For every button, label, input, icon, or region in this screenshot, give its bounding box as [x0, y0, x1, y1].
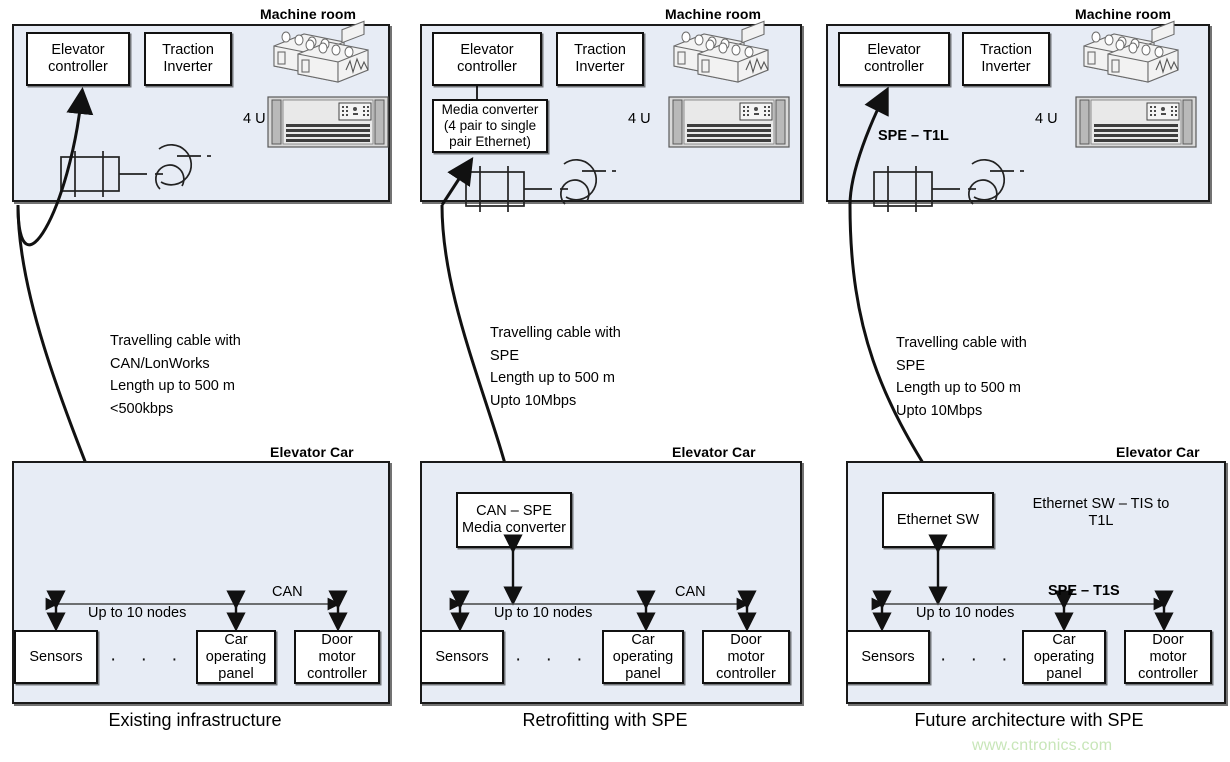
traction-inverter-label: Traction Inverter — [574, 42, 626, 75]
car-operating-panel-label: Car operating panel — [205, 631, 267, 682]
nodes-count-label: Up to 10 nodes — [494, 605, 593, 621]
hoist-motor-schematic-icon — [60, 144, 211, 197]
panel-caption: Future architecture with SPE — [914, 710, 1144, 730]
elevator-car-title: Elevator Car — [1116, 444, 1200, 460]
elevator-controller-box[interactable]: Elevator controller — [432, 32, 542, 86]
traction-inverter-box[interactable]: Traction Inverter — [144, 32, 232, 86]
rack-server-icon — [1075, 96, 1197, 148]
traction-inverter-box[interactable]: Traction Inverter — [556, 32, 644, 86]
traction-inverter-label: Traction Inverter — [980, 42, 1032, 75]
ethernet-switch-label: Ethernet SW — [896, 511, 980, 528]
panel-future-architecture-with-spe: Machine room Elevator controller Tractio… — [820, 0, 1230, 762]
ethernet-switch-box[interactable]: Ethernet SW — [882, 492, 994, 548]
door-motor-controller-box[interactable]: Door motor controller — [702, 630, 790, 684]
elevator-controller-box[interactable]: Elevator controller — [838, 32, 950, 86]
travelling-cable-description: Travelling cable with CAN/LonWorks Lengt… — [110, 333, 241, 417]
can-spe-media-converter-label: CAN – SPE Media converter — [462, 503, 566, 536]
machine-room-title: Machine room — [665, 6, 762, 22]
panel-existing-infrastructure: Machine room Elevator controller Tractio… — [0, 0, 410, 762]
rack-units-label: 4 U — [1035, 111, 1058, 127]
elevator-controller-label: Elevator controller — [48, 42, 108, 75]
door-motor-controller-label: Door motor controller — [716, 631, 776, 682]
door-motor-controller-box[interactable]: Door motor controller — [1124, 630, 1212, 684]
panel-caption: Retrofitting with SPE — [522, 710, 688, 730]
elevator-controller-box[interactable]: Elevator controller — [26, 32, 130, 86]
door-motor-controller-label: Door motor controller — [1138, 631, 1198, 682]
travelling-cable-description: Travelling cable with SPE Length up to 5… — [490, 325, 621, 409]
rack-units-label: 4 U — [628, 111, 651, 127]
battery-bank-icon — [1083, 20, 1179, 83]
car-operating-panel-label: Car operating panel — [612, 631, 674, 682]
rack-units-label: 4 U — [243, 111, 266, 127]
panel-retrofitting-with-spe: Machine room Elevator controller Tractio… — [410, 0, 820, 762]
sensors-label: Sensors — [29, 648, 83, 665]
machine-room-title: Machine room — [1075, 6, 1172, 22]
nodes-count-label: Up to 10 nodes — [88, 605, 187, 621]
battery-bank-icon — [273, 20, 369, 83]
elevator-car-title: Elevator Car — [270, 444, 354, 460]
ethernet-switch-note: Ethernet SW – TIS to T1L — [1032, 496, 1170, 529]
sensors-box[interactable]: Sensors — [846, 630, 930, 684]
traction-inverter-box[interactable]: Traction Inverter — [962, 32, 1050, 86]
sensors-label: Sensors — [435, 648, 489, 665]
machine-room-title: Machine room — [260, 6, 357, 22]
hoist-motor-schematic-icon — [873, 159, 1024, 212]
bus-protocol-label: CAN — [675, 584, 706, 600]
car-operating-panel-label: Car operating panel — [1033, 631, 1095, 682]
rack-server-icon — [267, 96, 389, 148]
can-spe-media-converter-box[interactable]: CAN – SPE Media converter — [456, 492, 572, 548]
elevator-controller-label: Elevator controller — [457, 42, 517, 75]
battery-bank-icon — [673, 20, 769, 83]
car-operating-panel-box[interactable]: Car operating panel — [1022, 630, 1106, 684]
car-operating-panel-box[interactable]: Car operating panel — [602, 630, 684, 684]
travelling-cable-description: Travelling cable with SPE Length up to 5… — [896, 335, 1027, 419]
site-watermark: www.cntronics.com — [972, 737, 1113, 754]
hoist-motor-schematic-icon — [465, 159, 616, 212]
rack-server-icon — [668, 96, 790, 148]
door-motor-controller-box[interactable]: Door motor controller — [294, 630, 380, 684]
bus-protocol-label: CAN — [272, 584, 303, 600]
sensors-box[interactable]: Sensors — [420, 630, 504, 684]
panel-caption: Existing infrastructure — [108, 710, 282, 730]
elevator-car-title: Elevator Car — [672, 444, 756, 460]
elevator-controller-label: Elevator controller — [864, 42, 924, 75]
sensors-box[interactable]: Sensors — [14, 630, 98, 684]
sensors-label: Sensors — [861, 648, 915, 665]
door-motor-controller-label: Door motor controller — [307, 631, 367, 682]
bus-protocol-label: SPE – T1S — [1048, 583, 1120, 599]
car-operating-panel-box[interactable]: Car operating panel — [196, 630, 276, 684]
traction-inverter-label: Traction Inverter — [162, 42, 214, 75]
nodes-count-label: Up to 10 nodes — [916, 605, 1015, 621]
